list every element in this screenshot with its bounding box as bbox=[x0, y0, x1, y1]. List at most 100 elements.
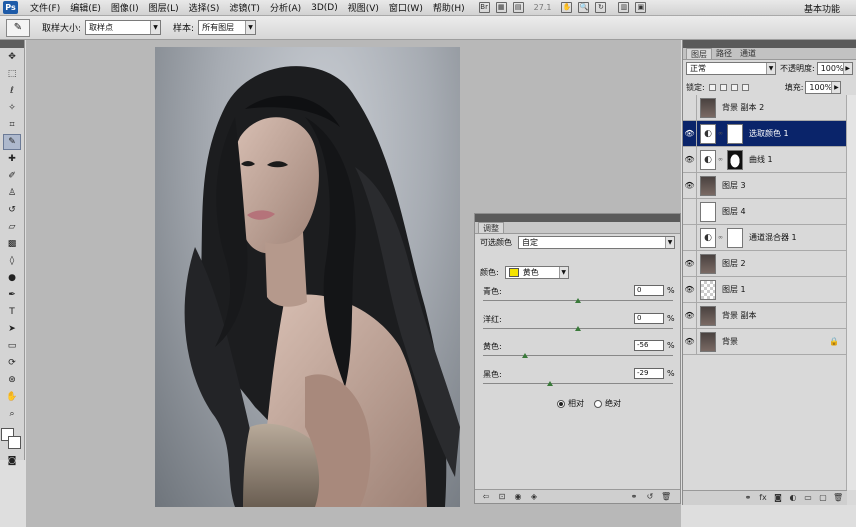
visibility-eye-icon[interactable]: 👁 bbox=[683, 250, 697, 277]
layer-mask-thumbnail[interactable] bbox=[727, 123, 743, 144]
rotate-view-icon[interactable]: ↻ bbox=[595, 2, 607, 13]
marquee-tool-icon[interactable]: ⬚ bbox=[3, 66, 21, 82]
menu-view[interactable]: 视图(V) bbox=[348, 1, 379, 14]
black-slider-track[interactable] bbox=[483, 383, 673, 384]
layer-name[interactable]: 图层 1 bbox=[722, 284, 746, 295]
blur-tool-icon[interactable]: ◊ bbox=[3, 253, 21, 269]
layer-name[interactable]: 背景 副本 2 bbox=[722, 102, 764, 113]
layer-thumbnail[interactable] bbox=[700, 331, 716, 352]
colors-select[interactable]: 黄色 ▼ bbox=[504, 266, 569, 279]
new-adjustment-icon[interactable]: ◐ bbox=[788, 493, 798, 503]
zoom-icon[interactable]: 🔍 bbox=[578, 2, 590, 13]
menu-image[interactable]: 图像(I) bbox=[111, 1, 139, 14]
layer-name[interactable]: 曲线 1 bbox=[749, 154, 773, 165]
cyan-input[interactable]: 0 bbox=[634, 285, 664, 296]
add-mask-icon[interactable]: ◙ bbox=[773, 493, 783, 503]
zoom-tool-icon[interactable]: ⌕ bbox=[3, 406, 21, 422]
adjustment-layer-icon[interactable]: ◐ bbox=[700, 149, 716, 170]
move-tool-icon[interactable]: ✥ bbox=[3, 49, 21, 65]
pen-tool-icon[interactable]: ✒ bbox=[3, 287, 21, 303]
path-select-tool-icon[interactable]: ➤ bbox=[3, 321, 21, 337]
visibility-eye-icon[interactable]: 👁 bbox=[683, 172, 697, 199]
mask-link-icon[interactable]: ∞ bbox=[718, 130, 723, 137]
visibility-eye-icon[interactable]: 👁 bbox=[683, 146, 697, 173]
tab-paths[interactable]: 路径 bbox=[712, 48, 736, 59]
layer-thumbnail[interactable] bbox=[700, 175, 716, 196]
relative-radio[interactable] bbox=[557, 399, 565, 408]
layer-mask-thumbnail[interactable] bbox=[727, 149, 743, 170]
layer-name[interactable]: 通道混合器 1 bbox=[749, 232, 797, 243]
layer-row[interactable]: ◐ ∞ 通道混合器 1 bbox=[683, 224, 847, 251]
yellow-slider-thumb[interactable] bbox=[521, 353, 528, 358]
reset-icon[interactable]: ↺ bbox=[645, 492, 655, 502]
layer-name[interactable]: 图层 2 bbox=[722, 258, 746, 269]
layer-thumbnail[interactable] bbox=[700, 201, 716, 222]
back-arrow-icon[interactable]: ⇦ bbox=[481, 492, 491, 502]
toggle-visibility-icon[interactable]: ◉ bbox=[513, 492, 523, 502]
yellow-slider-track[interactable] bbox=[483, 355, 673, 356]
shape-tool-icon[interactable]: ▭ bbox=[3, 338, 21, 354]
layers-panel-titlebar[interactable] bbox=[683, 40, 856, 48]
menu-select[interactable]: 选择(S) bbox=[189, 1, 220, 14]
eyedropper-tool-icon[interactable]: ✎ bbox=[3, 134, 21, 150]
hand-tool-icon[interactable]: ✋ bbox=[3, 389, 21, 405]
adjustments-panel-titlebar[interactable] bbox=[475, 214, 680, 222]
workspace-switcher[interactable]: 基本功能 bbox=[804, 2, 840, 15]
visibility-eye-icon[interactable]: 👁 bbox=[683, 302, 697, 329]
visibility-eye-icon[interactable] bbox=[683, 198, 697, 225]
sample-size-select[interactable]: 取样点 ▼ bbox=[85, 20, 162, 35]
portrait-photo[interactable] bbox=[155, 47, 460, 507]
yellow-input[interactable]: -56 bbox=[634, 340, 664, 351]
fill-input[interactable]: 100% ▶ bbox=[805, 81, 842, 94]
layer-style-icon[interactable]: fx bbox=[758, 493, 768, 503]
visibility-eye-icon[interactable]: 👁 bbox=[683, 120, 697, 147]
lock-all-icon[interactable] bbox=[741, 84, 749, 91]
mask-link-icon[interactable]: ∞ bbox=[718, 234, 723, 241]
hand-icon[interactable]: ✋ bbox=[561, 2, 573, 13]
adjustment-layer-icon[interactable]: ◐ bbox=[700, 227, 716, 248]
layer-thumbnail[interactable] bbox=[700, 97, 716, 118]
gradient-tool-icon[interactable]: ▩ bbox=[3, 236, 21, 252]
layers-scrollbar[interactable] bbox=[846, 95, 856, 490]
layer-thumbnail[interactable] bbox=[700, 279, 716, 300]
mask-link-icon[interactable]: ∞ bbox=[718, 156, 723, 163]
cyan-slider-thumb[interactable] bbox=[575, 298, 581, 303]
3d-rotate-tool-icon[interactable]: ⟳ bbox=[3, 355, 21, 371]
3d-orbit-tool-icon[interactable]: ⊛ bbox=[3, 372, 21, 388]
view-previous-icon[interactable]: ◈ bbox=[529, 492, 539, 502]
magenta-slider-thumb[interactable] bbox=[575, 326, 581, 331]
blend-mode-select[interactable]: 正常 ▼ bbox=[686, 62, 776, 75]
lock-position-icon[interactable] bbox=[730, 84, 738, 91]
layer-row[interactable]: 图层 4 bbox=[683, 198, 847, 225]
link-icon[interactable]: ⚭ bbox=[629, 492, 639, 502]
layer-row[interactable]: 👁 图层 1 bbox=[683, 276, 847, 303]
eraser-tool-icon[interactable]: ▱ bbox=[3, 219, 21, 235]
layer-row[interactable]: 👁 图层 3 bbox=[683, 172, 847, 199]
layer-thumbnail[interactable] bbox=[700, 305, 716, 326]
toolbox-grip[interactable] bbox=[0, 40, 24, 48]
menu-filter[interactable]: 滤镜(T) bbox=[229, 1, 260, 14]
new-layer-icon[interactable]: ▢ bbox=[818, 493, 828, 503]
menu-file[interactable]: 文件(F) bbox=[30, 1, 60, 14]
menu-analysis[interactable]: 分析(A) bbox=[270, 1, 301, 14]
tab-channels[interactable]: 通道 bbox=[736, 48, 760, 59]
view-extras-icon[interactable]: ▤ bbox=[512, 2, 524, 13]
layer-row[interactable]: 👁 ◐ ∞ 曲线 1 bbox=[683, 146, 847, 173]
tool-preset-picker[interactable]: ✎ bbox=[6, 18, 30, 37]
layer-row[interactable]: 👁 背景 🔒 bbox=[683, 328, 847, 355]
history-brush-tool-icon[interactable]: ↺ bbox=[3, 202, 21, 218]
clip-to-layer-icon[interactable]: ⊡ bbox=[497, 492, 507, 502]
tab-layers[interactable]: 图层 bbox=[686, 48, 712, 59]
delete-layer-icon[interactable]: 🗑 bbox=[833, 493, 843, 503]
type-tool-icon[interactable]: T bbox=[3, 304, 21, 320]
brush-tool-icon[interactable]: ✐ bbox=[3, 168, 21, 184]
layer-name[interactable]: 背景 副本 bbox=[722, 310, 757, 321]
visibility-eye-icon[interactable]: 👁 bbox=[683, 328, 697, 355]
visibility-eye-icon[interactable] bbox=[683, 224, 697, 251]
background-color-swatch[interactable] bbox=[8, 436, 21, 449]
dodge-tool-icon[interactable]: ● bbox=[3, 270, 21, 286]
bridge-icon[interactable]: Br bbox=[478, 2, 490, 13]
new-group-icon[interactable]: ▭ bbox=[803, 493, 813, 503]
sample-select[interactable]: 所有图层 ▼ bbox=[198, 20, 257, 35]
layer-name[interactable]: 背景 bbox=[722, 336, 738, 347]
